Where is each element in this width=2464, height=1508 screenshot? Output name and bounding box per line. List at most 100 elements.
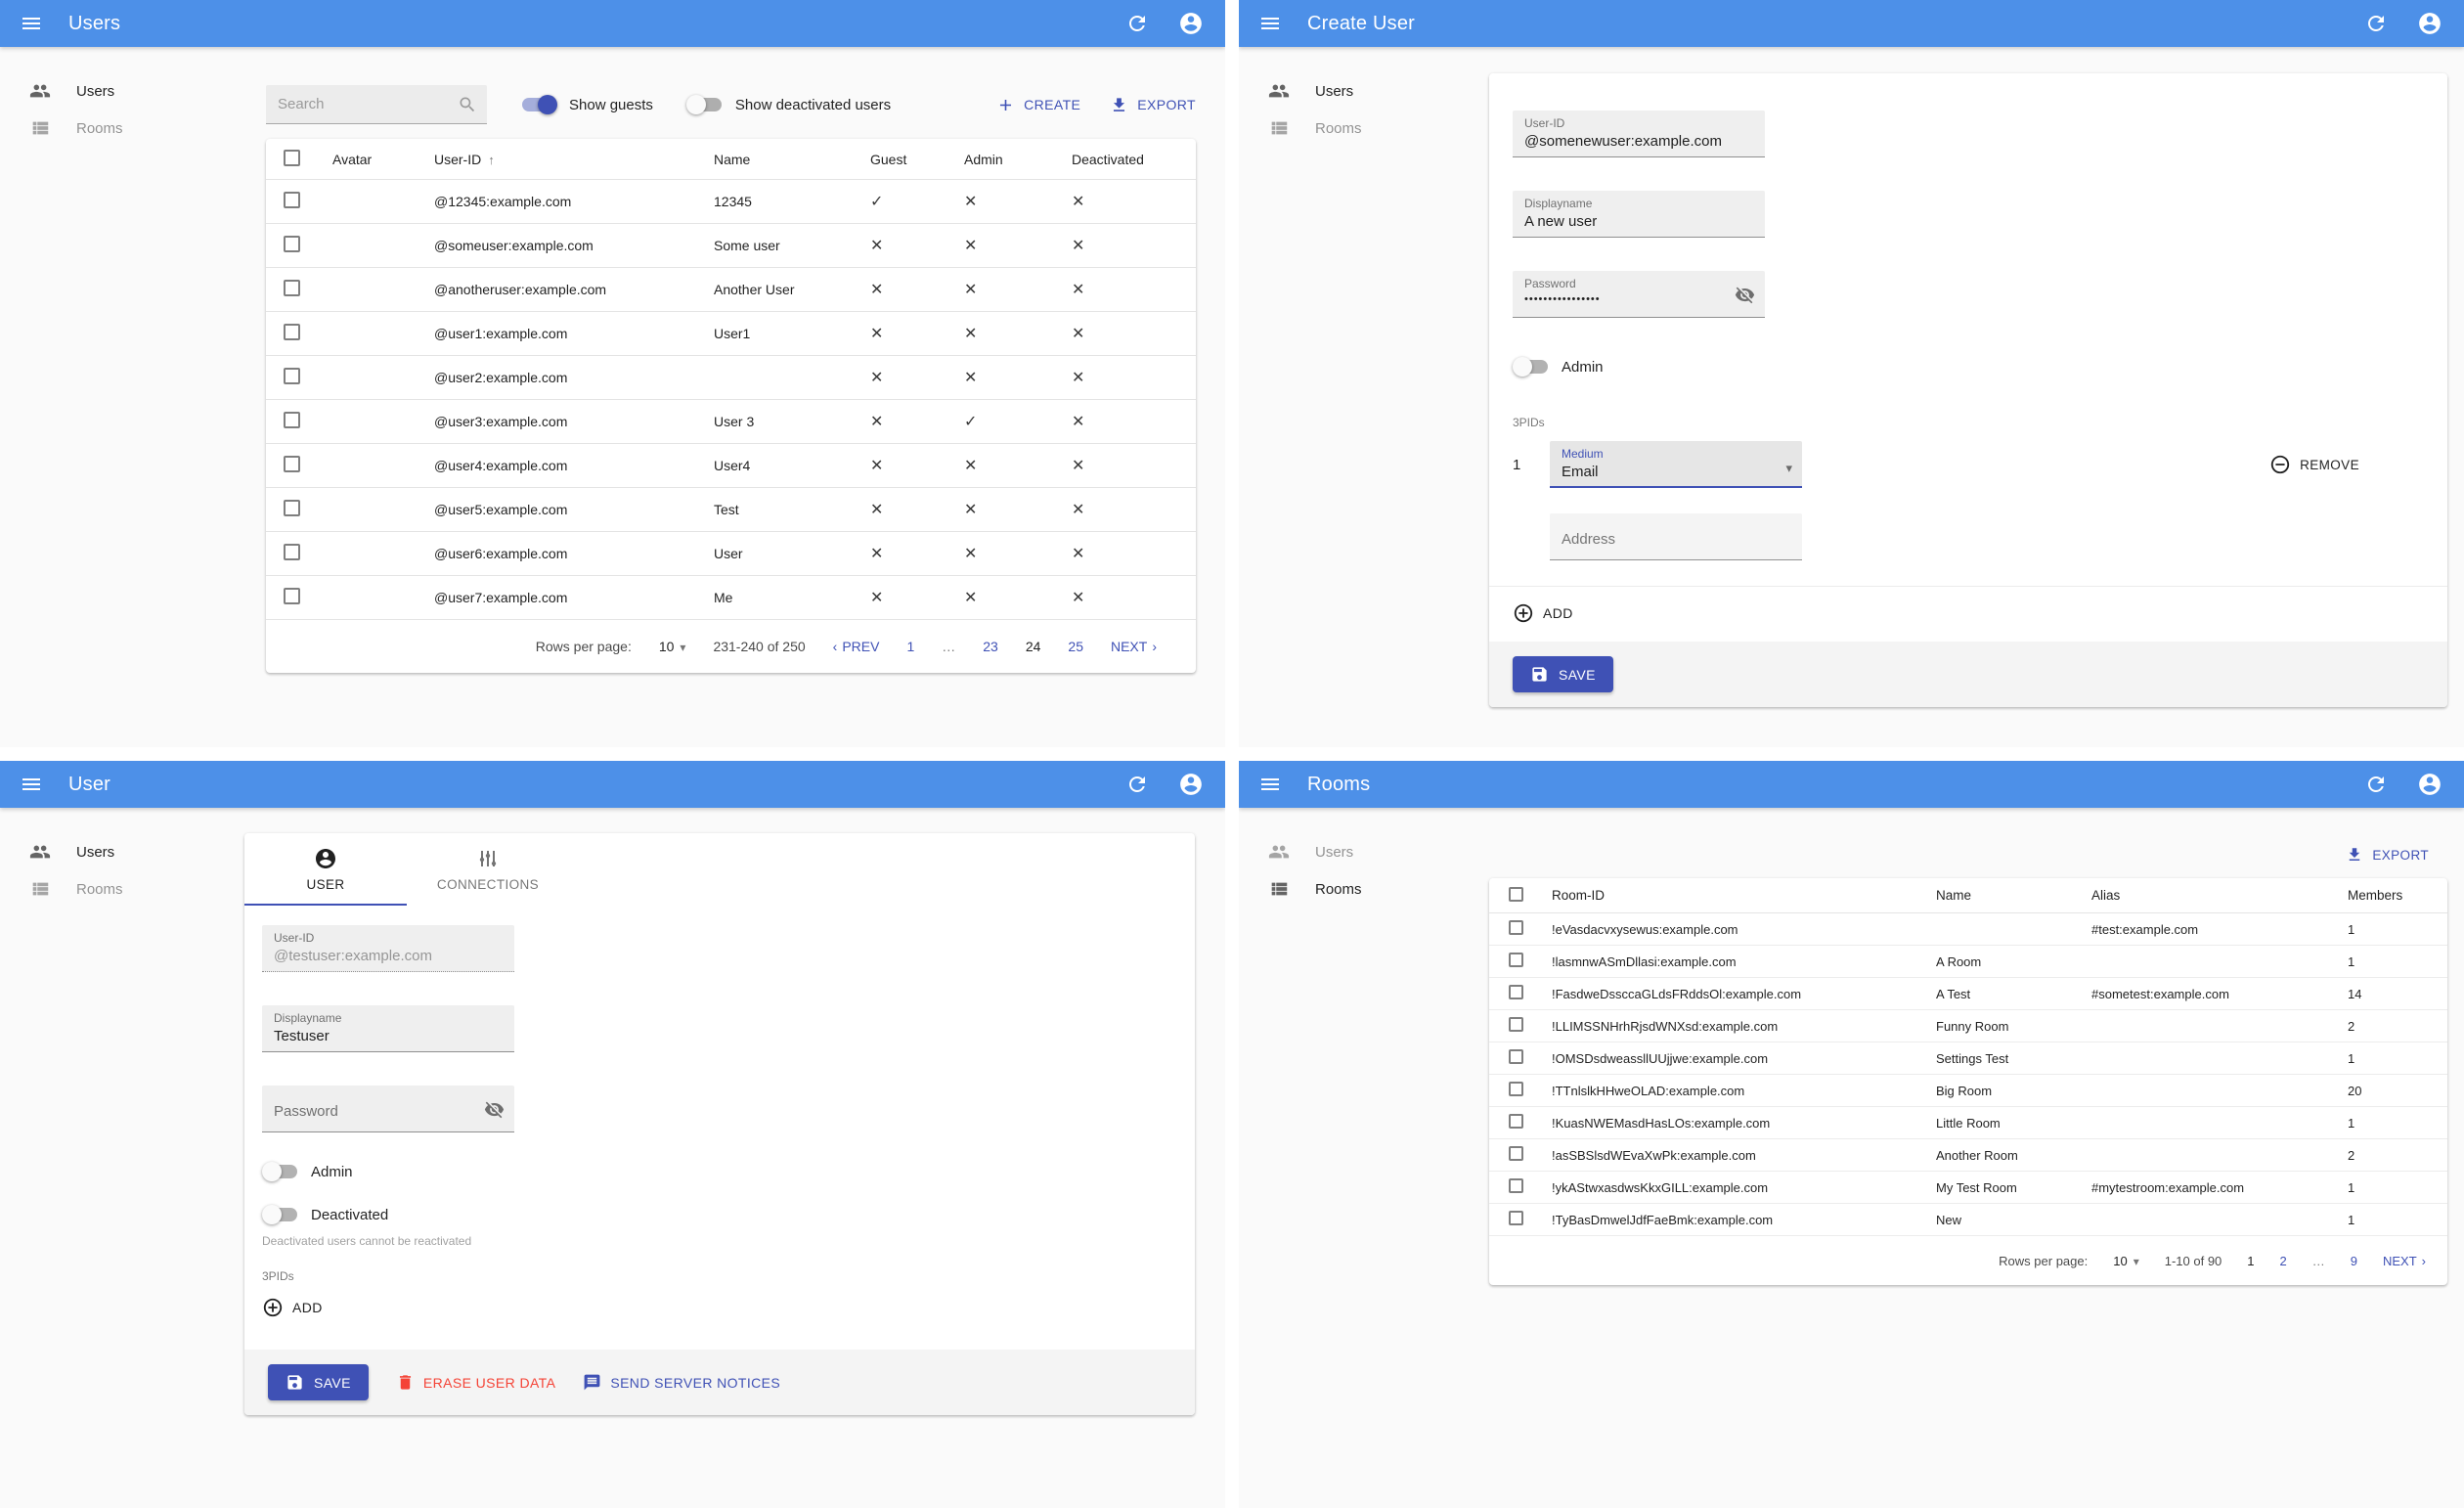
menu-icon[interactable]: [20, 773, 43, 796]
row-checkbox[interactable]: [284, 456, 300, 472]
row-checkbox[interactable]: [1509, 1178, 1523, 1193]
sidebar-item-users[interactable]: Users: [0, 833, 244, 870]
room-table-row[interactable]: !KuasNWEMasdHasLOs:example.com Little Ro…: [1489, 1107, 2447, 1139]
admin-toggle[interactable]: [262, 1162, 299, 1181]
rows-per-page-select[interactable]: 10 ▾: [2113, 1254, 2139, 1268]
tab-user[interactable]: USER: [244, 833, 407, 906]
rows-per-page-select[interactable]: 10 ▾: [659, 639, 686, 654]
save-button[interactable]: SAVE: [1513, 656, 1613, 692]
visibility-off-icon[interactable]: [1735, 285, 1755, 305]
admin-toggle[interactable]: [1513, 357, 1550, 377]
remove-button[interactable]: REMOVE: [2269, 454, 2359, 475]
account-icon[interactable]: [1178, 11, 1204, 36]
row-checkbox[interactable]: [1509, 1146, 1523, 1161]
page-button-9[interactable]: 9: [2351, 1254, 2357, 1268]
menu-icon[interactable]: [20, 12, 43, 35]
visibility-off-icon[interactable]: [484, 1099, 505, 1120]
sidebar-item-rooms[interactable]: Rooms: [1239, 110, 1489, 147]
select-all-checkbox[interactable]: [1509, 886, 1523, 902]
row-checkbox[interactable]: [284, 368, 300, 384]
row-checkbox[interactable]: [1509, 1017, 1523, 1032]
show-deactivated-toggle[interactable]: [685, 95, 724, 114]
add-threepid-button[interactable]: ADD: [262, 1297, 323, 1318]
deactivated-toggle[interactable]: [262, 1205, 299, 1224]
sidebar-item-rooms[interactable]: Rooms: [0, 870, 244, 908]
row-checkbox[interactable]: [284, 324, 300, 340]
account-icon[interactable]: [2417, 11, 2442, 36]
sidebar-item-users[interactable]: Users: [1239, 72, 1489, 110]
room-table-row[interactable]: !FasdweDssccaGLdsFRddsOl:example.com A T…: [1489, 978, 2447, 1010]
page-button-23[interactable]: 23: [983, 639, 998, 654]
sidebar-item-rooms[interactable]: Rooms: [1239, 870, 1489, 908]
user-table-row[interactable]: @someuser:example.com Some user ✕ ✕ ✕: [266, 224, 1196, 268]
account-icon[interactable]: [2417, 772, 2442, 797]
sidebar-item-users[interactable]: Users: [1239, 833, 1489, 870]
row-checkbox[interactable]: [1509, 1211, 1523, 1225]
password-field[interactable]: Password ••••••••••••••••: [1513, 271, 1765, 318]
save-button[interactable]: SAVE: [268, 1364, 369, 1400]
tab-connections[interactable]: CONNECTIONS: [407, 833, 569, 906]
col-admin[interactable]: Admin: [954, 152, 1062, 167]
user-table-row[interactable]: @12345:example.com 12345 ✓ ✕ ✕: [266, 180, 1196, 224]
page-button-1[interactable]: 1: [906, 639, 914, 654]
next-button[interactable]: NEXT ›: [2383, 1254, 2426, 1268]
user-id-field[interactable]: User-ID @somenewuser:example.com: [1513, 111, 1765, 157]
refresh-icon[interactable]: [2364, 773, 2388, 796]
col-guest[interactable]: Guest: [860, 152, 954, 167]
row-checkbox[interactable]: [1509, 920, 1523, 935]
row-checkbox[interactable]: [284, 280, 300, 296]
sidebar-item-users[interactable]: Users: [0, 72, 250, 110]
room-table-row[interactable]: !LLIMSSNHrhRjsdWNXsd:example.com Funny R…: [1489, 1010, 2447, 1042]
row-checkbox[interactable]: [1509, 953, 1523, 967]
col-user-id[interactable]: User-ID ↑: [424, 152, 704, 167]
row-checkbox[interactable]: [1509, 985, 1523, 999]
export-button[interactable]: EXPORT: [2346, 846, 2429, 864]
room-table-row[interactable]: !eVasdacvxysewus:example.com #test:examp…: [1489, 913, 2447, 946]
room-table-row[interactable]: !asSBSlsdWEvaXwPk:example.com Another Ro…: [1489, 1139, 2447, 1172]
row-checkbox[interactable]: [1509, 1049, 1523, 1064]
refresh-icon[interactable]: [1125, 12, 1149, 35]
room-table-row[interactable]: !lasmnwASmDllasi:example.com A Room 1: [1489, 946, 2447, 978]
refresh-icon[interactable]: [1125, 773, 1149, 796]
password-field[interactable]: Password: [262, 1086, 514, 1132]
prev-button[interactable]: ‹ PREV: [833, 639, 880, 654]
export-button[interactable]: EXPORT: [1110, 96, 1196, 114]
user-table-row[interactable]: @anotheruser:example.com Another User ✕ …: [266, 268, 1196, 312]
next-button[interactable]: NEXT ›: [1111, 639, 1157, 654]
search-input[interactable]: [278, 96, 458, 112]
displayname-field[interactable]: Displayname Testuser: [262, 1005, 514, 1052]
page-button-25[interactable]: 25: [1068, 639, 1083, 654]
create-button[interactable]: CREATE: [996, 96, 1080, 114]
user-table-row[interactable]: @user4:example.com User4 ✕ ✕ ✕: [266, 444, 1196, 488]
show-guests-toggle[interactable]: [520, 95, 557, 114]
user-table-row[interactable]: @user3:example.com User 3 ✕ ✓ ✕: [266, 400, 1196, 444]
account-icon[interactable]: [1178, 772, 1204, 797]
sidebar-item-rooms[interactable]: Rooms: [0, 110, 250, 147]
user-table-row[interactable]: @user7:example.com Me ✕ ✕ ✕: [266, 576, 1196, 620]
menu-icon[interactable]: [1258, 12, 1282, 35]
row-checkbox[interactable]: [284, 500, 300, 516]
room-table-row[interactable]: !ykAStwxasdwsKkxGILL:example.com My Test…: [1489, 1172, 2447, 1204]
menu-icon[interactable]: [1258, 773, 1282, 796]
col-name[interactable]: Name: [1936, 888, 2091, 903]
displayname-field[interactable]: Displayname A new user: [1513, 191, 1765, 238]
select-all-checkbox[interactable]: [284, 149, 300, 166]
row-checkbox[interactable]: [284, 588, 300, 604]
add-threepid-button[interactable]: ADD: [1513, 602, 1573, 624]
row-checkbox[interactable]: [284, 544, 300, 560]
room-table-row[interactable]: !TTnlslkHHweOLAD:example.com Big Room 20: [1489, 1075, 2447, 1107]
col-members[interactable]: Members: [2348, 888, 2447, 903]
col-alias[interactable]: Alias: [2091, 888, 2348, 903]
row-checkbox[interactable]: [284, 192, 300, 208]
row-checkbox[interactable]: [284, 412, 300, 428]
erase-user-data-button[interactable]: ERASE USER DATA: [396, 1373, 555, 1392]
room-table-row[interactable]: !OMSDsdweassllUUjjwe:example.com Setting…: [1489, 1042, 2447, 1075]
row-checkbox[interactable]: [1509, 1114, 1523, 1129]
user-table-row[interactable]: @user2:example.com ✕ ✕ ✕: [266, 356, 1196, 400]
user-table-row[interactable]: @user1:example.com User1 ✕ ✕ ✕: [266, 312, 1196, 356]
col-deactivated[interactable]: Deactivated: [1062, 152, 1196, 167]
user-table-row[interactable]: @user5:example.com Test ✕ ✕ ✕: [266, 488, 1196, 532]
address-input[interactable]: [1562, 531, 1790, 548]
user-table-row[interactable]: @user6:example.com User ✕ ✕ ✕: [266, 532, 1196, 576]
room-table-row[interactable]: !TyBasDmwelJdfFaeBmk:example.com New 1: [1489, 1204, 2447, 1236]
